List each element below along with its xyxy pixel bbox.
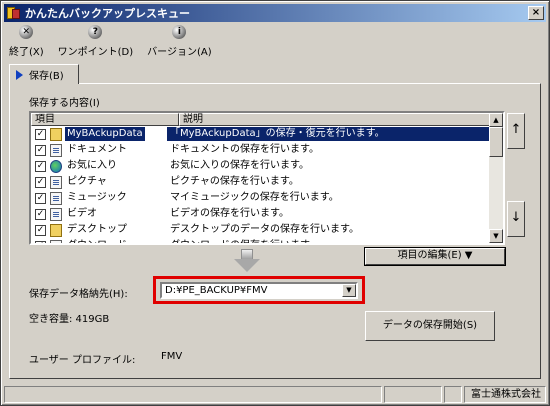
item-name: MyBAckupData bbox=[65, 127, 145, 141]
item-name-cell: ✓ デスクトップ bbox=[31, 222, 167, 238]
window-title: かんたんバックアップレスキュー bbox=[25, 7, 190, 20]
destination-label: 保存データ格納先(H): bbox=[29, 289, 128, 300]
item-name-cell: ✓ ドキュメント bbox=[31, 142, 167, 158]
document-icon bbox=[50, 207, 62, 221]
item-name-cell: ✓ ミュージック bbox=[31, 190, 167, 206]
document-icon bbox=[50, 191, 62, 205]
document-icon bbox=[50, 143, 62, 157]
item-name-cell: ✓ ダウンロード bbox=[31, 238, 167, 243]
onepoint-label: ワンポイント(D) bbox=[57, 47, 134, 58]
info-circle-icon: i bbox=[172, 25, 187, 39]
scroll-thumb[interactable] bbox=[489, 127, 503, 157]
list-item[interactable]: ✓ デスクトップ デスクトップのデータの保存を行います。 bbox=[31, 222, 491, 238]
start-backup-button[interactable]: データの保存開始(S) bbox=[365, 311, 495, 341]
list-item[interactable]: ✓ MyBAckupData 「MyBAckupData」の保存・復元を行います。 bbox=[31, 126, 491, 142]
scroll-down-button[interactable]: ▼ bbox=[489, 229, 503, 243]
column-header-item[interactable]: 項目 bbox=[31, 113, 179, 126]
item-checkbox[interactable]: ✓ bbox=[35, 176, 46, 188]
desktop-folder-icon bbox=[50, 223, 62, 237]
user-profile-label: ユーザー プロファイル: bbox=[29, 355, 136, 366]
item-checkbox[interactable]: ✓ bbox=[35, 128, 46, 140]
tab-save[interactable]: 保存(B) bbox=[9, 64, 79, 84]
status-pane-main bbox=[4, 386, 382, 403]
item-description: デスクトップのデータの保存を行います。 bbox=[170, 224, 359, 235]
move-down-button[interactable]: ↓ bbox=[507, 201, 525, 237]
list-item[interactable]: ✓ ビデオ ビデオの保存を行います。 bbox=[31, 206, 491, 222]
item-description: ピクチャの保存を行います。 bbox=[170, 176, 299, 187]
tab-arrow-icon bbox=[16, 69, 23, 80]
item-checkbox[interactable]: ✓ bbox=[35, 224, 46, 236]
item-checkbox[interactable]: ✓ bbox=[35, 160, 46, 172]
list-item[interactable]: ✓ ピクチャ ピクチャの保存を行います。 bbox=[31, 174, 491, 190]
backup-items-label: 保存する内容(I) bbox=[29, 98, 100, 109]
status-bar: 富士通株式会社 bbox=[4, 386, 546, 403]
chevron-down-icon[interactable]: ▼ bbox=[342, 284, 356, 297]
column-header-description[interactable]: 説明 bbox=[179, 113, 491, 126]
list-scrollbar[interactable]: ▲ ▼ bbox=[489, 113, 503, 243]
app-window: かんたんバックアップレスキュー × ✕ 終了(X) ? ワンポイント(D) i … bbox=[0, 0, 550, 406]
edit-items-button[interactable]: 項目の編集(E) ▼ bbox=[365, 248, 505, 265]
document-icon bbox=[50, 239, 62, 243]
item-description: ドキュメントの保存を行います。 bbox=[170, 144, 319, 155]
item-name-cell: ✓ MyBAckupData bbox=[31, 126, 167, 142]
item-name-cell: ✓ お気に入り bbox=[31, 158, 167, 174]
list-header: 項目 説明 bbox=[31, 113, 491, 126]
list-item[interactable]: ✓ お気に入り お気に入りの保存を行います。 bbox=[31, 158, 491, 174]
item-name: ダウンロード bbox=[65, 239, 129, 243]
item-checkbox[interactable]: ✓ bbox=[35, 208, 46, 220]
list-rows: ✓ MyBAckupData 「MyBAckupData」の保存・復元を行います。 ✓… bbox=[31, 126, 491, 243]
item-name: デスクトップ bbox=[67, 224, 127, 235]
item-checkbox[interactable]: ✓ bbox=[35, 240, 46, 243]
document-icon bbox=[50, 175, 62, 189]
toolbar: ✕ 終了(X) ? ワンポイント(D) i バージョン(A) bbox=[9, 25, 226, 59]
version-button[interactable]: i バージョン(A) bbox=[147, 25, 212, 59]
list-item[interactable]: ✓ ダウンロード ダウンロードの保存を行います。 bbox=[31, 238, 491, 243]
free-space-label: 空き容量: 419GB bbox=[29, 314, 110, 325]
item-description: マイミュージックの保存を行います。 bbox=[170, 192, 339, 203]
close-button[interactable]: × bbox=[528, 6, 544, 20]
help-circle-icon: ? bbox=[88, 25, 103, 39]
item-name-cell: ✓ ビデオ bbox=[31, 206, 167, 222]
item-description: ダウンロードの保存を行います。 bbox=[167, 239, 491, 243]
app-icon bbox=[7, 6, 21, 20]
item-name-cell: ✓ ピクチャ bbox=[31, 174, 167, 190]
item-description: お気に入りの保存を行います。 bbox=[170, 160, 309, 171]
status-pane-b bbox=[444, 386, 462, 403]
exit-button[interactable]: ✕ 終了(X) bbox=[9, 25, 44, 59]
user-profile-value: FMV bbox=[161, 351, 183, 362]
item-description: ビデオの保存を行います。 bbox=[170, 208, 289, 219]
onepoint-button[interactable]: ? ワンポイント(D) bbox=[57, 25, 134, 59]
item-name: ドキュメント bbox=[67, 144, 127, 155]
item-checkbox[interactable]: ✓ bbox=[35, 144, 46, 156]
exit-label: 終了(X) bbox=[9, 47, 44, 58]
item-name: お気に入り bbox=[67, 160, 117, 171]
version-label: バージョン(A) bbox=[147, 47, 212, 58]
destination-combobox[interactable]: D:¥PE_BACKUP¥FMV ▼ bbox=[160, 282, 358, 299]
item-name: ピクチャ bbox=[67, 176, 107, 187]
list-item[interactable]: ✓ ドキュメント ドキュメントの保存を行います。 bbox=[31, 142, 491, 158]
item-checkbox[interactable]: ✓ bbox=[35, 192, 46, 204]
scroll-up-button[interactable]: ▲ bbox=[489, 113, 503, 127]
item-name: ミュージック bbox=[67, 192, 127, 203]
tab-save-label: 保存(B) bbox=[29, 71, 64, 82]
flow-arrow-down-icon bbox=[234, 249, 260, 273]
close-circle-icon: ✕ bbox=[19, 25, 34, 39]
backup-data-icon bbox=[50, 127, 62, 141]
favorites-globe-icon bbox=[50, 159, 62, 173]
destination-value: D:¥PE_BACKUP¥FMV bbox=[165, 285, 268, 296]
title-bar[interactable]: かんたんバックアップレスキュー × bbox=[4, 4, 546, 22]
backup-items-list[interactable]: 項目 説明 ✓ MyBAckupData 「MyBAckupData」の保存・復元を… bbox=[29, 111, 505, 245]
list-item[interactable]: ✓ ミュージック マイミュージックの保存を行います。 bbox=[31, 190, 491, 206]
status-pane-a bbox=[384, 386, 442, 403]
company-name: 富士通株式会社 bbox=[464, 386, 546, 403]
item-description: 「MyBAckupData」の保存・復元を行います。 bbox=[167, 127, 491, 141]
move-up-button[interactable]: ↑ bbox=[507, 113, 525, 149]
item-name: ビデオ bbox=[67, 208, 97, 219]
